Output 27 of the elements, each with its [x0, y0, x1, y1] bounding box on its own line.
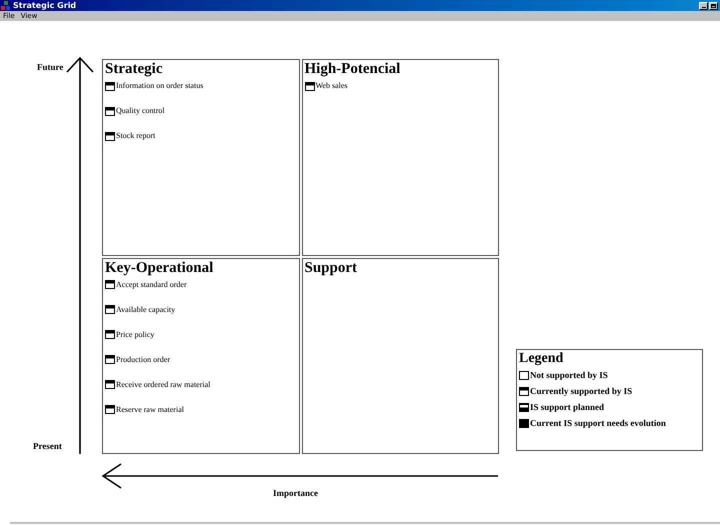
application-label: Stock report [116, 130, 156, 142]
application-label: Price policy [116, 328, 154, 340]
legend-label: Current IS support needs evolution [530, 417, 666, 430]
legend-title: Legend [519, 350, 564, 368]
application-label: Receive ordered raw material [116, 378, 210, 390]
axis-label: Present [33, 440, 62, 453]
application-label: Production order [116, 354, 170, 366]
app-icon [1, 1, 11, 10]
legend-label: Currently supported by IS [530, 385, 632, 398]
restore-button[interactable] [709, 2, 718, 10]
quadrant-title: Key-Operational [105, 258, 214, 276]
application-label: Available capacity [116, 304, 176, 316]
minimize-button[interactable] [699, 2, 708, 10]
quadrant-title: Support [304, 258, 358, 276]
legend-label: IS support planned [530, 401, 604, 414]
application-label: Information on order status [116, 80, 204, 92]
quadrant-title: Strategic [105, 60, 164, 78]
axis-label: Importance [273, 487, 318, 500]
application-label: Quality control [116, 105, 165, 117]
application-label: Reserve raw material [116, 404, 184, 416]
application-label: Web sales [316, 80, 348, 92]
quadrant-title: High-Potencial [304, 60, 402, 78]
application-label: Accept standard order [116, 278, 187, 290]
axis-label: Future [37, 61, 64, 74]
restore-icon [711, 4, 716, 8]
legend-label: Not supported by IS [530, 369, 608, 382]
window-title: Strategic Grid [13, 2, 76, 10]
